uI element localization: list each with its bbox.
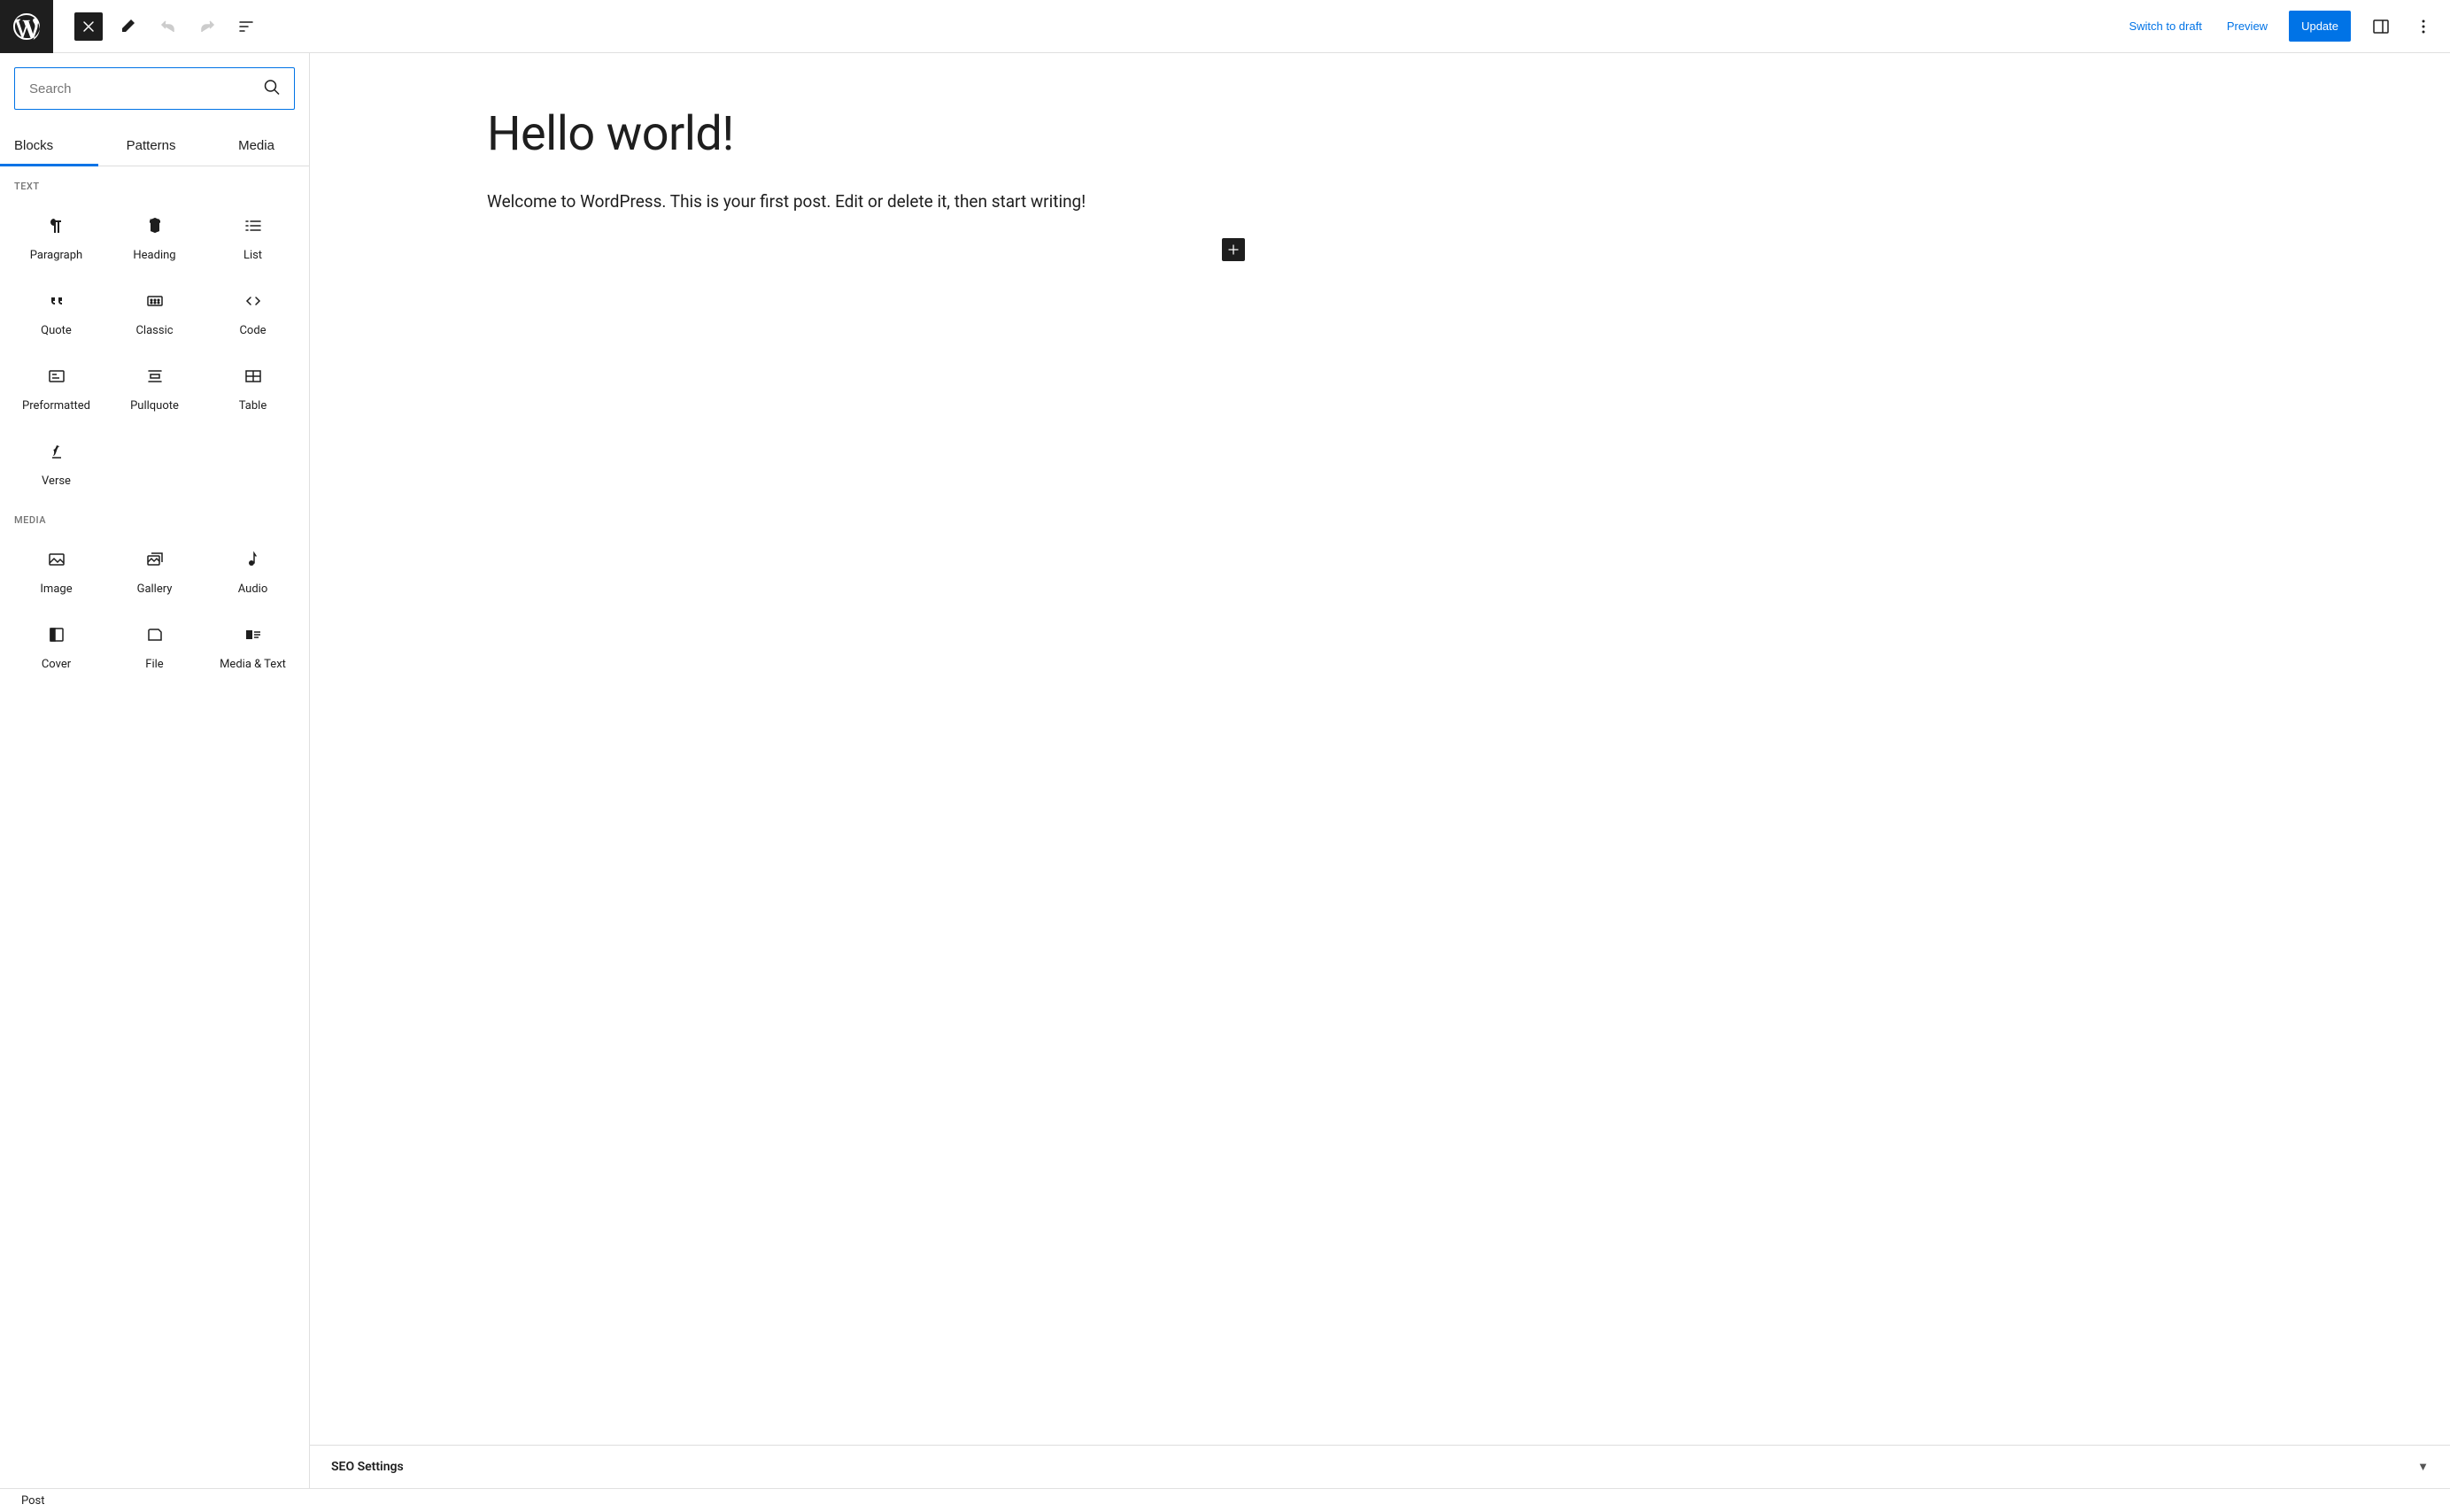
block-label: Code — [239, 324, 266, 337]
search-icon — [261, 77, 282, 98]
tab-patterns[interactable]: Patterns — [98, 124, 204, 166]
seo-metabox-header[interactable]: SEO Settings ▼ — [310, 1446, 2450, 1488]
preformatted-icon — [46, 366, 67, 387]
block-label: Image — [40, 582, 72, 596]
block-file[interactable]: File — [105, 608, 204, 683]
block-audio[interactable]: Audio — [204, 533, 302, 608]
block-pullquote[interactable]: Pullquote — [105, 350, 204, 425]
block-inserter-panel: Blocks Patterns Media TEXT Paragraph Hea… — [0, 53, 310, 1488]
cover-icon — [46, 624, 67, 645]
plus-icon — [1225, 241, 1242, 258]
seo-metabox-title: SEO Settings — [331, 1460, 404, 1474]
block-label: File — [145, 658, 163, 671]
block-label: Table — [239, 399, 267, 413]
quote-icon — [46, 290, 67, 312]
top-toolbar: Switch to draft Preview Update — [0, 0, 2450, 53]
add-block-button[interactable] — [1222, 238, 1245, 261]
block-paragraph[interactable]: Paragraph — [7, 199, 105, 274]
tools-button[interactable] — [113, 11, 145, 42]
block-label: Verse — [42, 474, 71, 488]
block-heading[interactable]: Heading — [105, 199, 204, 274]
wordpress-icon — [11, 11, 43, 42]
footer-breadcrumb-bar: Post — [0, 1488, 2450, 1512]
toolbar-right: Switch to draft Preview Update — [2118, 11, 2443, 42]
block-image[interactable]: Image — [7, 533, 105, 608]
block-label: Pullquote — [130, 399, 179, 413]
list-icon — [243, 215, 264, 236]
paragraph-icon — [46, 215, 67, 236]
options-button[interactable] — [2407, 11, 2439, 42]
block-classic[interactable]: Classic — [105, 274, 204, 350]
chevron-down-icon: ▼ — [2417, 1460, 2429, 1474]
text-grid: Paragraph Heading List Quote Classic — [0, 199, 309, 500]
close-inserter-button[interactable] — [74, 12, 103, 41]
inserter-tabs: Blocks Patterns Media — [0, 124, 309, 166]
gallery-icon — [144, 549, 166, 570]
block-label: Quote — [41, 324, 72, 337]
block-label: Heading — [133, 249, 175, 262]
switch-to-draft-button[interactable]: Switch to draft — [2118, 11, 2212, 42]
redo-button[interactable] — [191, 11, 223, 42]
audio-icon — [243, 549, 264, 570]
block-list[interactable]: List — [204, 199, 302, 274]
table-icon — [243, 366, 264, 387]
block-label: List — [243, 249, 262, 262]
block-preformatted[interactable]: Preformatted — [7, 350, 105, 425]
category-text: TEXT — [0, 166, 309, 199]
layout: Blocks Patterns Media TEXT Paragraph Hea… — [0, 53, 2450, 1488]
block-label: Media & Text — [220, 658, 286, 671]
block-label: Classic — [135, 324, 173, 337]
block-quote[interactable]: Quote — [7, 274, 105, 350]
code-icon — [243, 290, 264, 312]
block-list[interactable]: TEXT Paragraph Heading List Quote — [0, 166, 309, 1488]
block-label: Gallery — [137, 582, 173, 596]
media-text-icon — [243, 624, 264, 645]
block-table[interactable]: Table — [204, 350, 302, 425]
image-icon — [46, 549, 67, 570]
document-overview-button[interactable] — [230, 11, 262, 42]
edit-icon — [119, 16, 140, 37]
category-media: MEDIA — [0, 500, 309, 533]
post-title[interactable]: Hello world! — [487, 106, 1231, 164]
wordpress-logo[interactable] — [0, 0, 53, 53]
block-cover[interactable]: Cover — [7, 608, 105, 683]
update-button[interactable]: Update — [2289, 11, 2351, 42]
undo-icon — [158, 16, 179, 37]
tab-media[interactable]: Media — [204, 124, 309, 166]
post-content: Hello world! Welcome to WordPress. This … — [487, 106, 1231, 215]
redo-icon — [197, 16, 218, 37]
block-gallery[interactable]: Gallery — [105, 533, 204, 608]
search-box — [14, 67, 295, 110]
block-verse[interactable]: Verse — [7, 425, 105, 500]
block-label: Cover — [42, 658, 71, 671]
settings-sidebar-toggle[interactable] — [2365, 11, 2397, 42]
preview-button[interactable]: Preview — [2216, 11, 2278, 42]
search-button[interactable] — [256, 72, 288, 106]
block-label: Audio — [238, 582, 267, 596]
sidebar-icon — [2370, 16, 2392, 37]
pullquote-icon — [144, 366, 166, 387]
toolbar-left — [0, 0, 266, 52]
file-icon — [144, 624, 166, 645]
seo-metabox: SEO Settings ▼ — [310, 1445, 2450, 1488]
verse-icon — [46, 441, 67, 462]
tab-blocks[interactable]: Blocks — [0, 124, 98, 166]
block-code[interactable]: Code — [204, 274, 302, 350]
post-paragraph[interactable]: Welcome to WordPress. This is your first… — [487, 189, 1231, 215]
outline-icon — [236, 16, 257, 37]
classic-icon — [144, 290, 166, 312]
search-wrap — [0, 53, 309, 124]
undo-button[interactable] — [152, 11, 184, 42]
block-label: Preformatted — [22, 399, 90, 413]
block-media-text[interactable]: Media & Text — [204, 608, 302, 683]
editor: Hello world! Welcome to WordPress. This … — [310, 53, 2450, 1488]
breadcrumb-post[interactable]: Post — [21, 1494, 45, 1508]
more-vertical-icon — [2413, 16, 2434, 37]
block-label: Paragraph — [30, 249, 82, 262]
media-grid: Image Gallery Audio Cover File — [0, 533, 309, 683]
search-input[interactable] — [14, 67, 295, 110]
close-icon — [78, 16, 99, 37]
editor-canvas[interactable]: Hello world! Welcome to WordPress. This … — [310, 53, 2450, 1445]
heading-icon — [144, 215, 166, 236]
